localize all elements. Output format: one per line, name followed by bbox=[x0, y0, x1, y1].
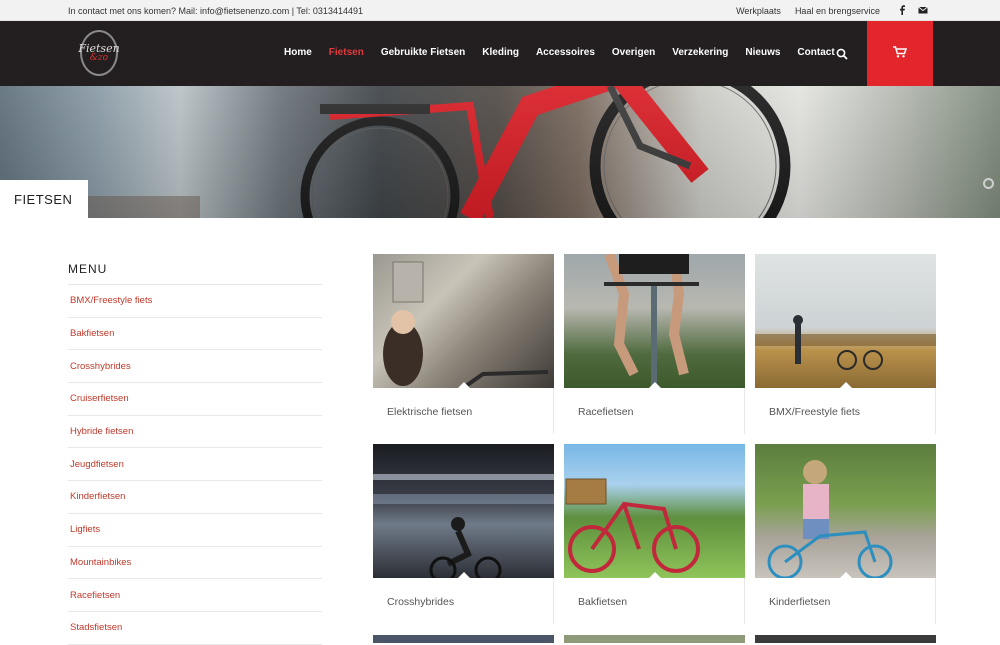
sidebar-item-bakfietsen[interactable]: Bakfietsen bbox=[68, 318, 322, 351]
category-card-elektrische-fietsen[interactable]: Elektrische fietsen bbox=[373, 254, 554, 434]
sidebar-item-cruiserfietsen[interactable]: Cruiserfietsen bbox=[68, 383, 322, 416]
banner-overlay bbox=[0, 86, 1000, 218]
nav-verzekering[interactable]: Verzekering bbox=[672, 47, 728, 58]
category-card-bmx[interactable]: BMX/Freestyle fiets bbox=[755, 254, 936, 434]
category-card-bakfietsen[interactable]: Bakfietsen bbox=[564, 444, 745, 624]
category-image bbox=[373, 444, 554, 578]
category-card-partial[interactable] bbox=[755, 635, 936, 643]
category-label: Crosshybrides bbox=[387, 596, 455, 608]
category-card-partial[interactable] bbox=[373, 635, 554, 643]
category-card-racefietsen[interactable]: Racefietsen bbox=[564, 254, 745, 434]
card-divider bbox=[935, 388, 936, 434]
nav-kleding[interactable]: Kleding bbox=[482, 47, 519, 58]
nav-accessoires[interactable]: Accessoires bbox=[536, 47, 595, 58]
sidebar-item-jeugdfietsen[interactable]: Jeugdfietsen bbox=[68, 448, 322, 482]
card-divider bbox=[744, 578, 745, 624]
werkplaats-link[interactable]: Werkplaats bbox=[736, 6, 781, 16]
card-divider bbox=[553, 578, 554, 624]
card-divider bbox=[553, 388, 554, 434]
facebook-icon[interactable] bbox=[898, 5, 906, 17]
category-card-kinderfietsen[interactable]: Kinderfietsen bbox=[755, 444, 936, 624]
hero-banner bbox=[0, 86, 1000, 218]
category-image bbox=[755, 444, 936, 578]
card-divider bbox=[744, 388, 745, 434]
slider-dot[interactable] bbox=[983, 178, 994, 189]
sidebar-item-ligfiets[interactable]: Ligfiets bbox=[68, 514, 322, 547]
sidebar-item-hybride-fietsen[interactable]: Hybride fietsen bbox=[68, 416, 322, 449]
cart-icon bbox=[893, 45, 908, 63]
category-image bbox=[564, 254, 745, 388]
nav-nieuws[interactable]: Nieuws bbox=[745, 47, 780, 58]
cart-button[interactable] bbox=[867, 21, 933, 86]
category-card-partial[interactable] bbox=[564, 635, 745, 643]
contact-info: In contact met ons komen? Mail: info@fie… bbox=[68, 6, 363, 16]
sidebar-menu: MENU BMX/Freestyle fiets Bakfietsen Cros… bbox=[68, 262, 322, 645]
sidebar-item-bmx[interactable]: BMX/Freestyle fiets bbox=[68, 285, 322, 318]
category-image bbox=[373, 254, 554, 388]
sidebar-item-stadsfietsen[interactable]: Stadsfietsen bbox=[68, 612, 322, 645]
category-card-crosshybrides[interactable]: Crosshybrides bbox=[373, 444, 554, 624]
category-image bbox=[564, 444, 745, 578]
nav-overigen[interactable]: Overigen bbox=[612, 47, 655, 58]
sidebar-title: MENU bbox=[68, 262, 322, 285]
category-label: Racefietsen bbox=[578, 406, 634, 418]
page-title: FIETSEN bbox=[0, 180, 88, 218]
category-label: Bakfietsen bbox=[578, 596, 628, 608]
sidebar-item-crosshybrides[interactable]: Crosshybrides bbox=[68, 350, 322, 384]
mail-icon[interactable] bbox=[918, 5, 928, 17]
category-label: Kinderfietsen bbox=[769, 596, 831, 608]
main-nav: Home Fietsen Gebruikte Fietsen Kleding A… bbox=[284, 47, 852, 58]
card-divider bbox=[935, 578, 936, 624]
site-header: Fietsen &zo Home Fietsen Gebruikte Fiets… bbox=[0, 21, 1000, 86]
nav-gebruikte-fietsen[interactable]: Gebruikte Fietsen bbox=[381, 47, 465, 58]
search-icon[interactable] bbox=[836, 47, 848, 60]
top-bar: In contact met ons komen? Mail: info@fie… bbox=[0, 0, 1000, 21]
logo-subtext: &zo bbox=[89, 52, 109, 63]
nav-home[interactable]: Home bbox=[284, 47, 312, 58]
nav-fietsen[interactable]: Fietsen bbox=[329, 47, 364, 58]
sidebar-item-racefietsen[interactable]: Racefietsen bbox=[68, 579, 322, 612]
nav-contact[interactable]: Contact bbox=[797, 47, 834, 58]
category-image bbox=[755, 254, 936, 388]
category-label: Elektrische fietsen bbox=[387, 406, 473, 418]
category-label: BMX/Freestyle fiets bbox=[769, 406, 861, 418]
site-logo[interactable]: Fietsen &zo bbox=[78, 30, 120, 76]
sidebar-item-mountainbikes[interactable]: Mountainbikes bbox=[68, 547, 322, 580]
sidebar-item-kinderfietsen[interactable]: Kinderfietsen bbox=[68, 481, 322, 514]
haal-brengservice-link[interactable]: Haal en brengservice bbox=[795, 6, 880, 16]
